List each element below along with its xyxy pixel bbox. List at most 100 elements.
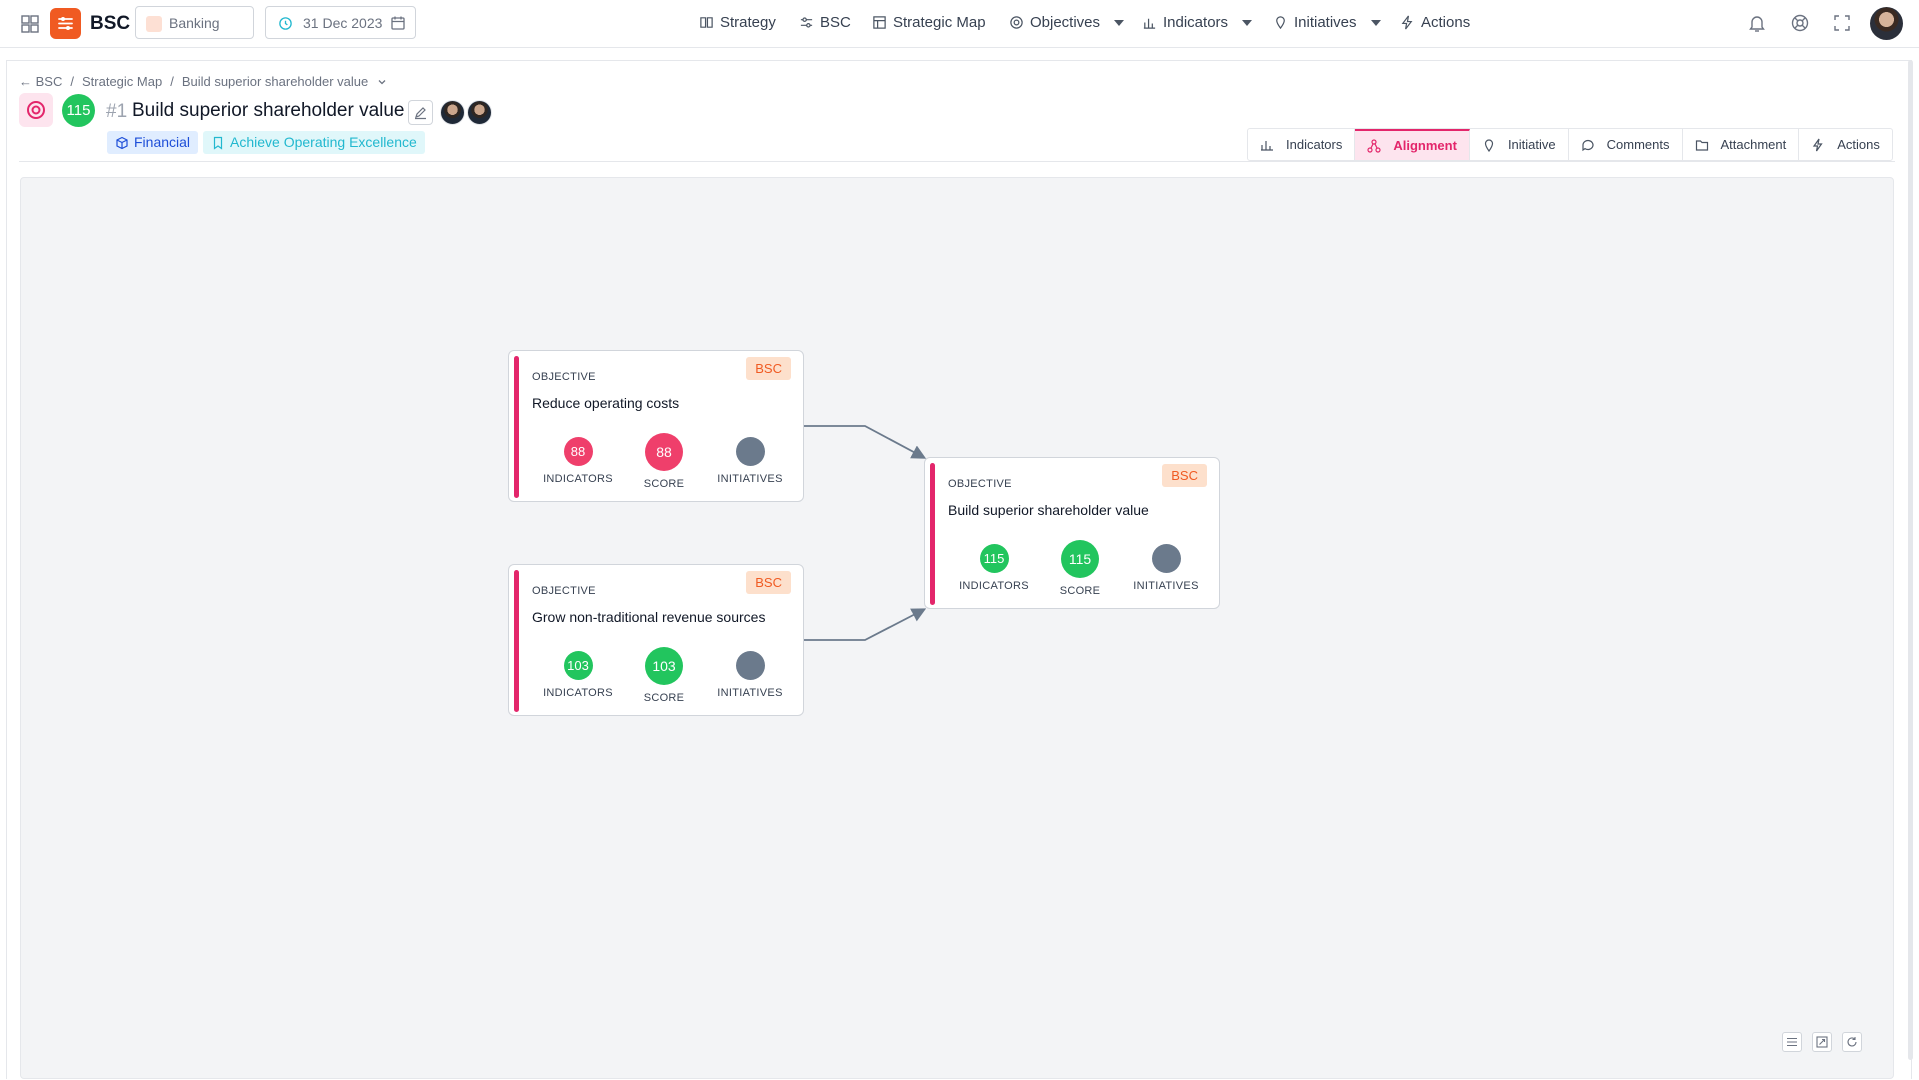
chevron-down-icon bbox=[1242, 19, 1253, 26]
tab-bar: Indicators Alignment Initiative Comments… bbox=[1247, 128, 1893, 161]
theme-tag[interactable]: Achieve Operating Excellence bbox=[203, 131, 425, 154]
owner-avatar[interactable] bbox=[467, 100, 492, 125]
breadcrumb-strategic-map[interactable]: Strategic Map bbox=[82, 74, 162, 89]
card-type: OBJECTIVE bbox=[532, 371, 596, 383]
lightning-icon bbox=[1813, 138, 1823, 151]
objective-card[interactable]: OBJECTIVE BSC Build superior shareholder… bbox=[924, 457, 1220, 609]
initiatives-label: INITIATIVES bbox=[1133, 580, 1199, 592]
initiatives-value bbox=[735, 651, 765, 680]
nav-strategic-map-label: Strategic Map bbox=[893, 14, 986, 31]
score-value: 88 bbox=[645, 433, 683, 471]
date-label: 31 Dec 2023 bbox=[303, 15, 383, 31]
tab-label: Alignment bbox=[1393, 138, 1457, 153]
initiatives-metric[interactable]: INITIATIVES bbox=[705, 437, 795, 485]
indicators-metric[interactable]: 115 INDICATORS bbox=[949, 544, 1039, 592]
breadcrumb-root[interactable]: BSC bbox=[36, 74, 63, 89]
list-icon bbox=[1787, 1037, 1797, 1047]
perspective-tag[interactable]: Financial bbox=[107, 131, 199, 154]
organization-icon bbox=[146, 16, 162, 32]
score-value: 115 bbox=[1061, 540, 1099, 578]
tab-initiative[interactable]: Initiative bbox=[1470, 129, 1569, 160]
bookmark-icon bbox=[213, 136, 223, 150]
help-icon[interactable] bbox=[1789, 12, 1811, 34]
edit-icon bbox=[415, 107, 426, 120]
chevron-down-icon bbox=[1370, 19, 1381, 26]
tab-indicators[interactable]: Indicators bbox=[1248, 129, 1356, 160]
refresh-button[interactable] bbox=[1842, 1032, 1862, 1052]
indicators-metric[interactable]: 88 INDICATORS bbox=[533, 437, 623, 485]
refresh-icon bbox=[1847, 1037, 1857, 1047]
initiatives-label: INITIATIVES bbox=[717, 687, 783, 699]
card-title: Build superior shareholder value bbox=[948, 502, 1149, 518]
indicators-value: 103 bbox=[563, 651, 593, 680]
alignment-canvas[interactable]: OBJECTIVE BSC Reduce operating costs 88 … bbox=[20, 177, 1894, 1079]
score-metric[interactable]: 103 SCORE bbox=[619, 647, 709, 704]
tab-comments[interactable]: Comments bbox=[1569, 129, 1683, 160]
nav-indicators[interactable]: Indicators bbox=[1142, 14, 1253, 31]
edit-button[interactable] bbox=[408, 100, 433, 125]
tab-alignment[interactable]: Alignment bbox=[1355, 129, 1470, 160]
user-avatar[interactable] bbox=[1870, 7, 1903, 40]
status-bar bbox=[930, 463, 935, 605]
indicators-label: INDICATORS bbox=[959, 580, 1029, 592]
folder-icon bbox=[1695, 139, 1708, 151]
bsc-badge: BSC bbox=[1162, 464, 1207, 487]
nav-initiatives[interactable]: Initiatives bbox=[1273, 14, 1381, 31]
tab-attachment[interactable]: Attachment bbox=[1683, 129, 1800, 160]
bsc-badge: BSC bbox=[746, 571, 791, 594]
indicators-metric[interactable]: 103 INDICATORS bbox=[533, 651, 623, 699]
owner-avatar[interactable] bbox=[440, 100, 465, 125]
initiatives-metric[interactable]: INITIATIVES bbox=[705, 651, 795, 699]
map-icon bbox=[873, 16, 886, 29]
objective-card[interactable]: OBJECTIVE BSC Reduce operating costs 88 … bbox=[508, 350, 804, 502]
tab-label: Actions bbox=[1837, 137, 1880, 152]
tab-label: Initiative bbox=[1507, 137, 1556, 152]
fit-view-button[interactable] bbox=[1812, 1032, 1832, 1052]
theme-label: Achieve Operating Excellence bbox=[230, 134, 417, 150]
edge-reduce-to-build bbox=[804, 425, 927, 459]
score-metric[interactable]: 88 SCORE bbox=[619, 433, 709, 490]
pin-icon bbox=[1276, 16, 1285, 30]
card-type: OBJECTIVE bbox=[948, 478, 1012, 490]
date-picker[interactable]: 31 Dec 2023 bbox=[265, 6, 416, 39]
initiatives-metric[interactable]: INITIATIVES bbox=[1121, 544, 1211, 592]
chevron-down-icon bbox=[1114, 19, 1125, 26]
perspective-label: Financial bbox=[134, 134, 191, 150]
app-name: BSC bbox=[90, 13, 131, 34]
nav-bsc[interactable]: BSC bbox=[799, 14, 851, 31]
cube-icon bbox=[116, 136, 128, 149]
score-label: SCORE bbox=[643, 478, 685, 490]
bsc-logo-icon[interactable] bbox=[50, 8, 81, 39]
indicators-label: INDICATORS bbox=[543, 687, 613, 699]
nav-strategic-map[interactable]: Strategic Map bbox=[872, 14, 986, 31]
status-bar bbox=[514, 356, 519, 498]
chevron-down-icon[interactable] bbox=[376, 76, 388, 88]
breadcrumb-separator: / bbox=[70, 74, 74, 89]
score-metric[interactable]: 115 SCORE bbox=[1035, 540, 1125, 597]
organization-select[interactable]: Banking bbox=[135, 6, 254, 39]
list-view-button[interactable] bbox=[1782, 1032, 1802, 1052]
nav-strategy[interactable]: Strategy bbox=[699, 14, 776, 31]
nav-actions[interactable]: Actions bbox=[1400, 14, 1470, 31]
card-title: Grow non-traditional revenue sources bbox=[532, 609, 766, 625]
bar-chart-icon bbox=[1261, 140, 1273, 151]
book-icon bbox=[700, 17, 713, 28]
breadcrumb-current[interactable]: Build superior shareholder value bbox=[182, 74, 368, 89]
indicators-value: 115 bbox=[979, 544, 1009, 573]
nav-indicators-label: Indicators bbox=[1163, 14, 1229, 31]
card-type: OBJECTIVE bbox=[532, 585, 596, 597]
initiatives-value bbox=[1151, 544, 1181, 573]
sliders-icon bbox=[800, 17, 813, 28]
clock-icon bbox=[279, 17, 292, 30]
fullscreen-icon[interactable] bbox=[1831, 12, 1853, 34]
breadcrumb-back[interactable]: ← BSC bbox=[19, 74, 62, 89]
grid-icon[interactable] bbox=[20, 14, 40, 34]
bell-icon[interactable] bbox=[1746, 12, 1768, 34]
nav-objectives[interactable]: Objectives bbox=[1009, 14, 1125, 31]
scrollbar[interactable] bbox=[1908, 60, 1913, 1060]
objective-card[interactable]: OBJECTIVE BSC Grow non-traditional reven… bbox=[508, 564, 804, 716]
tab-label: Attachment bbox=[1720, 137, 1787, 152]
objective-score-badge: 115 bbox=[62, 94, 95, 127]
page-title: Build superior shareholder value bbox=[132, 100, 405, 121]
tab-actions[interactable]: Actions bbox=[1799, 129, 1892, 160]
